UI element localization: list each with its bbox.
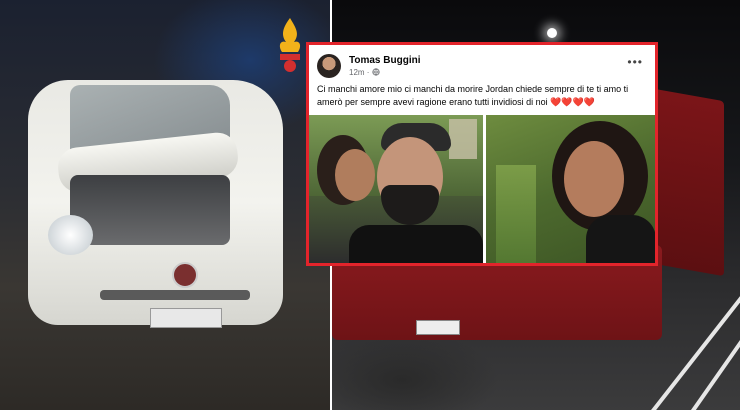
woman-face <box>335 149 375 201</box>
post-time[interactable]: 12m <box>349 68 365 77</box>
car-headlight <box>48 215 93 255</box>
globe-icon <box>372 68 380 77</box>
facebook-post: Tomas Buggini 12m · ••• Ci manchi amore … <box>306 42 658 266</box>
bus-plate <box>416 320 460 335</box>
post-photos <box>309 115 655 263</box>
car-badge <box>172 262 198 288</box>
post-photo-woman[interactable] <box>486 115 655 263</box>
post-photo-couple[interactable] <box>309 115 483 263</box>
shirt <box>349 225 483 263</box>
post-text: Ci manchi amore mio ci manchi da morire … <box>317 84 629 107</box>
post-header: Tomas Buggini 12m · ••• <box>317 53 647 79</box>
foliage <box>496 165 536 263</box>
post-meta: 12m · <box>349 68 380 77</box>
man-beard <box>381 185 439 225</box>
car-crash-photo <box>0 0 330 410</box>
road-line <box>650 292 740 410</box>
car-engine <box>70 175 230 245</box>
car-grille <box>100 290 250 300</box>
fire-brigade-logo <box>279 18 301 72</box>
street-light <box>547 28 557 38</box>
author-avatar[interactable] <box>317 54 341 78</box>
bus-side <box>654 88 724 277</box>
shirt <box>586 215 655 263</box>
woman-face <box>564 141 624 217</box>
author-name[interactable]: Tomas Buggini <box>349 55 420 66</box>
building <box>449 119 477 159</box>
car-plate <box>150 308 222 328</box>
more-options-icon[interactable]: ••• <box>627 55 643 69</box>
